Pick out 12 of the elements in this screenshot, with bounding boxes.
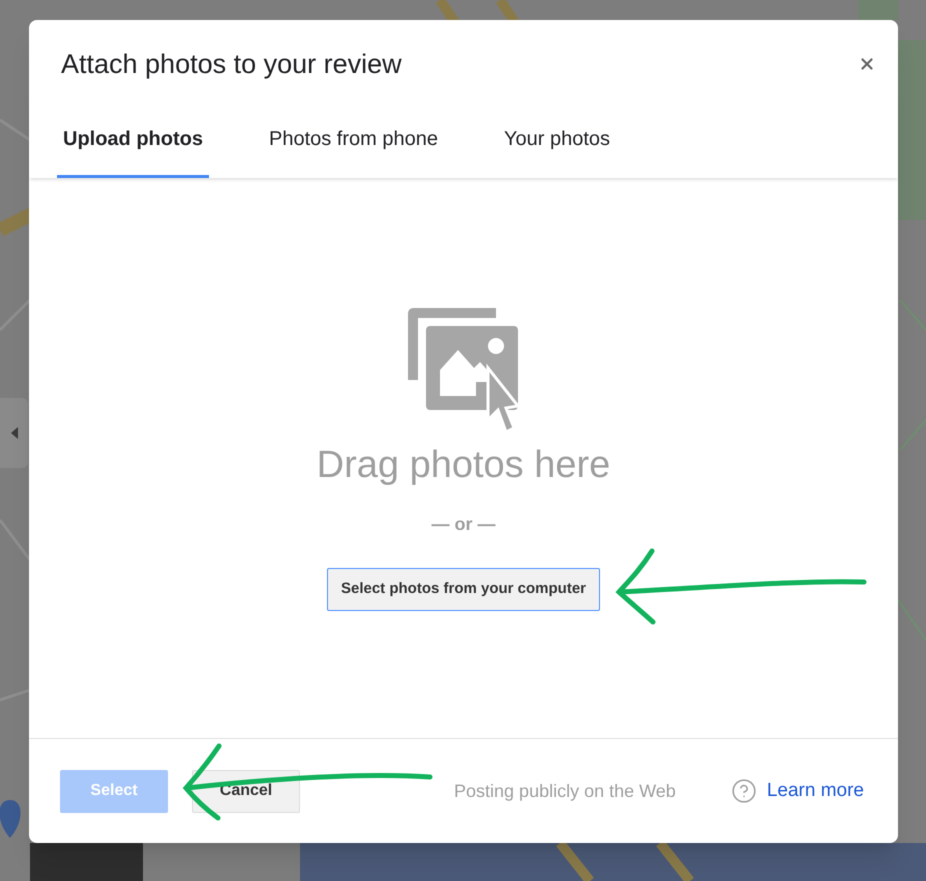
select-from-computer-button[interactable]: Select photos from your computer	[326, 568, 600, 611]
dialog-title: Attach photos to your review	[61, 48, 403, 81]
sidebar-toggle-button[interactable]	[0, 398, 28, 468]
tab[interactable]: Upload photos	[57, 100, 209, 178]
separator-text: — or —	[431, 513, 496, 535]
help-icon	[730, 778, 757, 804]
posting-notice: Posting publicly on the Web	[454, 780, 676, 803]
tab[interactable]: Photos from phone	[262, 100, 444, 178]
tab[interactable]: Your photos	[498, 100, 616, 178]
drop-heading: Drag photos here	[316, 443, 610, 488]
caret-icon	[10, 427, 18, 439]
learn-more-link[interactable]: Learn more	[766, 776, 864, 806]
